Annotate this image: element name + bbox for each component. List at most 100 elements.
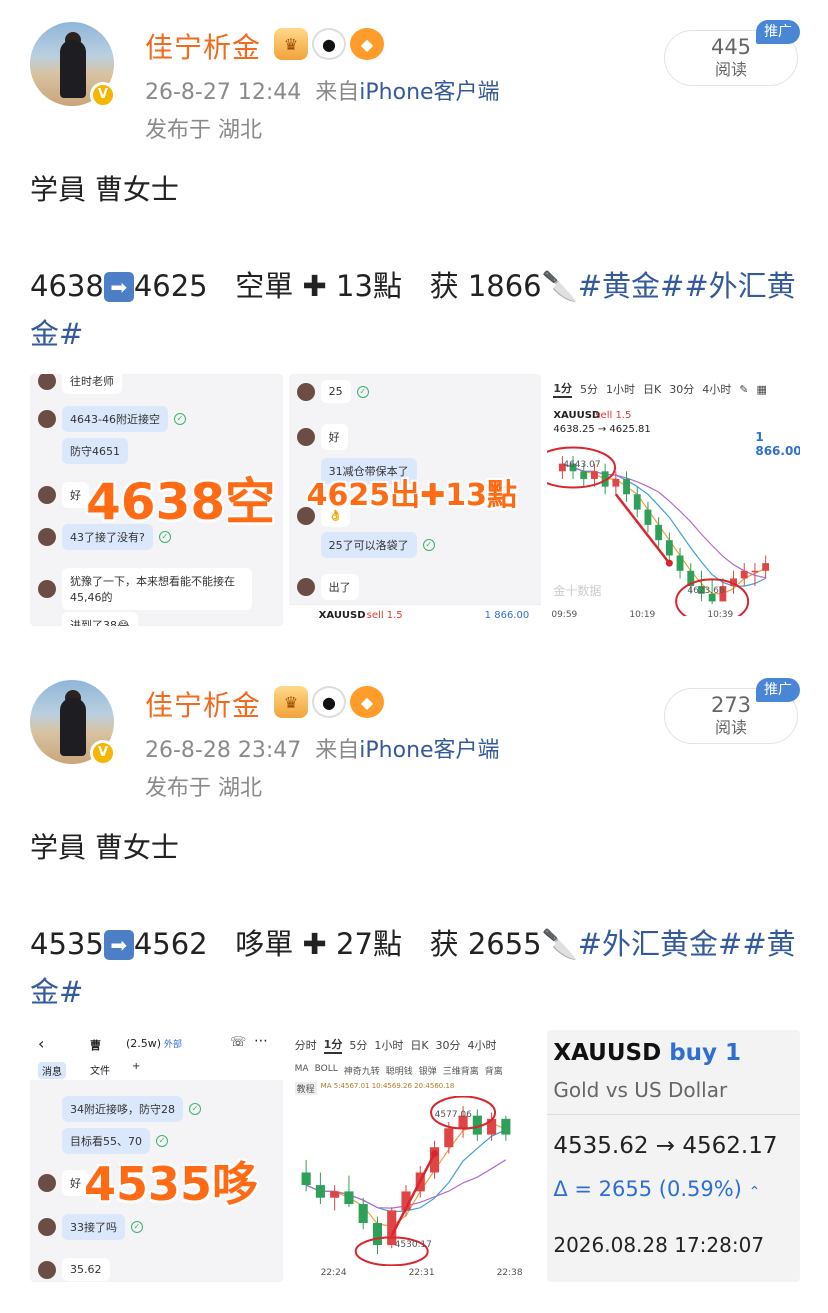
tab-1h[interactable]: 1小时	[374, 1037, 403, 1053]
post-meta: 26-8-27 12:44 来自iPhone客户端	[145, 74, 500, 106]
trade-datetime: 2026.08.28 17:28:07	[553, 1233, 765, 1257]
trade-symbol: XAUUSD	[553, 1040, 662, 1066]
tab-1min[interactable]: 1分	[553, 380, 572, 398]
indicator-div[interactable]: 背离	[485, 1064, 503, 1077]
post-image-chat[interactable]: ‹ 曹 (2.5w) 外部 ☏ ⋯ 消息 文件 + 34附近接哆，防守28 ✓ 目…	[30, 1030, 283, 1282]
chat-message: 35.62	[38, 1258, 110, 1281]
indicator-ma[interactable]: MA	[295, 1064, 309, 1077]
username[interactable]: 佳宁析金	[145, 26, 261, 66]
tab-4h[interactable]: 4小时	[468, 1037, 497, 1053]
tab-1min[interactable]: 1分	[323, 1036, 343, 1054]
tab-timeshare[interactable]: 分时	[295, 1037, 317, 1053]
right-arrow-icon: ➡	[103, 272, 134, 302]
post-timestamp: 26-8-27 12:44	[145, 80, 302, 105]
chat-message: 进到了38😂	[62, 612, 138, 626]
grid-icon[interactable]: ▦	[756, 383, 766, 396]
post-image-chat[interactable]: 往时老师 4643-46附近接空 ✓ 防守4651 好 43了接了没有? ✓ 犹豫了…	[30, 374, 283, 626]
chevron-up-icon[interactable]: ⌃	[749, 1184, 761, 1200]
call-icon[interactable]: ☏	[230, 1035, 246, 1050]
overlay-caption: 4625出✚13點	[306, 478, 518, 513]
chat-message: 34附近接哆，防守28 ✓	[62, 1096, 201, 1122]
candle-body	[655, 524, 663, 541]
chat-message: 防守4651	[62, 438, 128, 464]
post-source[interactable]: iPhone客户端	[359, 80, 499, 105]
hashtag-forex-gold[interactable]: #外汇黄金#	[578, 927, 743, 961]
high-label: 4577.06	[434, 1110, 472, 1120]
tab-4h[interactable]: 4小时	[702, 381, 731, 397]
post-location: 发布于 湖北	[145, 118, 262, 143]
tab-messages[interactable]: 消息	[38, 1062, 66, 1079]
tutorial-button[interactable]: 教程	[294, 1082, 317, 1095]
trade-exit: 4562	[133, 927, 208, 961]
time-tick: 09:59	[551, 610, 578, 620]
more-icon[interactable]: ⋯	[254, 1033, 268, 1049]
tab-5min[interactable]: 5分	[349, 1037, 367, 1053]
timeframe-tabs: 1分 5分 1小时 日K 30分 4小时 ✎ ▦	[547, 374, 801, 404]
annotation-arrow-head	[666, 559, 674, 567]
draw-tool-icon[interactable]: ✎	[739, 383, 748, 396]
post-image-chart[interactable]: 1分 5分 1小时 日K 30分 4小时 ✎ ▦ XAUUSD sell 1.5…	[547, 374, 801, 626]
crown-badge-icon[interactable]: ♛	[274, 28, 308, 60]
indicator-boll[interactable]: BOLL	[315, 1064, 338, 1077]
promote-button[interactable]: 推广	[756, 20, 800, 44]
overlay-caption: 4638空	[86, 473, 276, 531]
post-location: 发布于 湖北	[145, 776, 262, 801]
badge-row: ♛ ● ◆	[274, 28, 384, 60]
tab-files[interactable]: 文件	[90, 1062, 110, 1077]
back-icon[interactable]: ‹	[38, 1034, 44, 1053]
tab-day[interactable]: 日K	[643, 381, 661, 397]
post-image-chat[interactable]: 25 ✓ 好 31减仓带保本了 👌 25了可以洛袋了 ✓ 出了 XAUUSD sel…	[288, 374, 542, 626]
chart-route: 4638.25 → 4625.81	[553, 424, 651, 435]
candle-body	[762, 563, 770, 571]
candle-body	[591, 471, 599, 479]
chat-message: 25 ✓	[296, 380, 369, 403]
candle-body	[580, 471, 588, 479]
post-text-line: 学員 曹女士	[30, 831, 179, 864]
trade-profit-value: 1 866.00	[484, 610, 530, 621]
indicator-silver[interactable]: 银弹	[419, 1064, 437, 1077]
knife-icon: 🔪	[541, 927, 578, 961]
pufferfish-badge-icon[interactable]: ◆	[350, 686, 384, 718]
trade-subtitle: Gold vs US Dollar	[553, 1078, 728, 1102]
indicator-smart[interactable]: 聪明钱	[386, 1064, 413, 1077]
username[interactable]: 佳宁析金	[145, 684, 261, 724]
panda-badge-icon[interactable]: ●	[312, 686, 346, 718]
candle-body	[634, 494, 642, 510]
post-image-trade-summary[interactable]: XAUUSD buy 1 Gold vs US Dollar 4535.62 →…	[547, 1030, 801, 1282]
promote-button[interactable]: 推广	[756, 678, 800, 702]
tab-30min[interactable]: 30分	[436, 1037, 461, 1053]
indicator-div3[interactable]: 三维背离	[443, 1064, 479, 1077]
trade-symbol: XAUUSD	[318, 610, 366, 621]
tab-add[interactable]: +	[132, 1061, 140, 1072]
chat-contact-count: (2.5w)	[126, 1037, 162, 1050]
crown-badge-icon[interactable]: ♛	[274, 686, 308, 718]
candle-body	[358, 1204, 368, 1223]
overlay-caption: 4535哆	[84, 1157, 259, 1211]
hashtag-gold[interactable]: #黄金#	[578, 269, 685, 303]
trade-side: buy 1	[669, 1040, 742, 1066]
delta-text: Δ = 2655 (0.59%)	[553, 1177, 742, 1201]
moving-average-line	[562, 463, 767, 595]
chat-message: 25了可以洛袋了 ✓	[320, 532, 435, 558]
indicator-nine[interactable]: 神奇九转	[344, 1064, 380, 1077]
knife-icon: 🔪	[541, 269, 578, 303]
pufferfish-badge-icon[interactable]: ◆	[350, 28, 384, 60]
post-source[interactable]: iPhone客户端	[359, 738, 499, 763]
tab-5min[interactable]: 5分	[580, 381, 598, 397]
candle-body	[644, 509, 652, 525]
ma-values: MA 5:4567.01 10:4569.26 20:4560.18	[320, 1082, 455, 1090]
post-image-chart[interactable]: 分时 1分 5分 1小时 日K 30分 4小时 MA BOLL 神奇九转 聪明钱…	[288, 1030, 542, 1282]
panda-badge-icon[interactable]: ●	[312, 28, 346, 60]
tab-30min[interactable]: 30分	[669, 381, 694, 397]
chart-side: sell 1.5	[595, 410, 632, 421]
chat-contact-name: 曹	[90, 1039, 101, 1052]
time-tick: 10:19	[629, 610, 656, 620]
chat-header: ‹ 曹 (2.5w) 外部 ☏ ⋯	[30, 1030, 283, 1058]
price-open: 4535.62	[553, 1133, 649, 1159]
chat-message: 好	[296, 424, 348, 450]
verified-badge-icon: V	[90, 82, 116, 108]
post-trade-text: 4535 ➡ 4562 哆單 ✚ 27點 获 2655🔪#外汇黄金##黄金#	[30, 920, 800, 1016]
tab-day[interactable]: 日K	[410, 1037, 428, 1053]
tab-1h[interactable]: 1小时	[606, 381, 635, 397]
read-label: 阅读	[714, 718, 747, 737]
